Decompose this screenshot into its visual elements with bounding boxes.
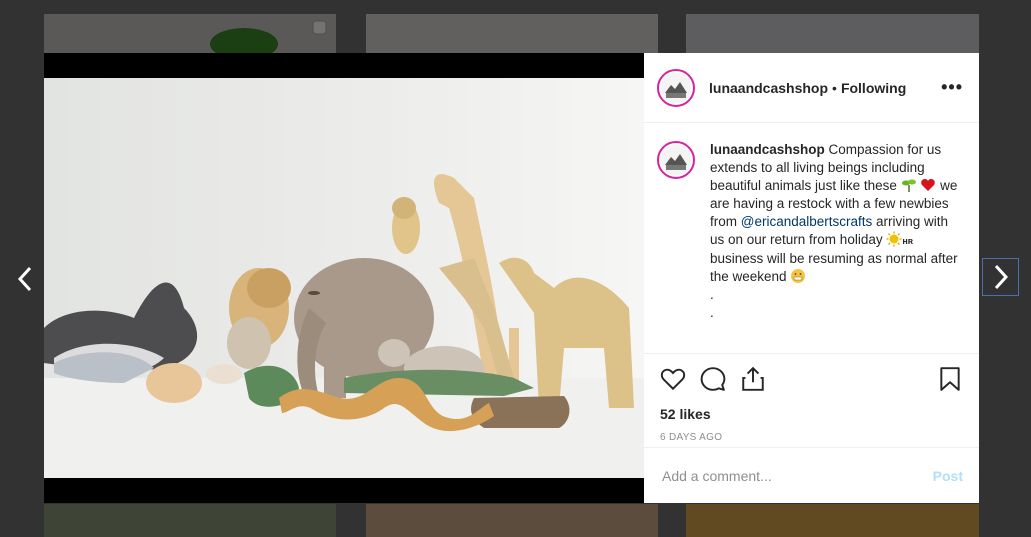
caption-username[interactable]: lunaandcashshop <box>710 142 825 157</box>
post-timestamp[interactable]: 6 DAYS AGO <box>660 432 963 443</box>
action-icons-row <box>660 364 963 394</box>
post-photo <box>44 78 644 478</box>
post-media[interactable] <box>44 53 644 503</box>
grimacing-face-emoji-icon <box>791 269 806 283</box>
caption-avatar[interactable] <box>657 141 695 179</box>
share-icon[interactable] <box>740 366 766 392</box>
post-comment-button[interactable]: Post <box>933 468 963 484</box>
comment-icon[interactable] <box>700 366 726 392</box>
post-modal: lunaandcashshop • Following ••• lunaandc… <box>44 53 979 503</box>
comment-bar: Post <box>644 447 979 503</box>
previous-post-button[interactable] <box>8 262 42 296</box>
post-sidebar: lunaandcashshop • Following ••• lunaandc… <box>644 53 979 503</box>
heart-icon[interactable] <box>660 366 686 392</box>
chevron-left-icon <box>17 266 32 292</box>
mention-link[interactable]: @ericandalbertscrafts <box>741 214 873 229</box>
hr-emoji-icon: ʜʀ <box>902 236 914 246</box>
comment-input[interactable] <box>660 466 933 485</box>
likes-count[interactable]: 52 likes <box>660 406 963 422</box>
post-actions: 52 likes 6 DAYS AGO <box>644 353 979 443</box>
bookmark-icon[interactable] <box>937 366 963 392</box>
caption-line: business will be resuming as normal afte… <box>710 251 958 284</box>
avatar[interactable] <box>657 68 695 107</box>
header-username[interactable]: lunaandcashshop <box>709 80 828 96</box>
sun-emoji-icon <box>886 231 902 247</box>
more-options-button[interactable]: ••• <box>941 77 963 98</box>
next-post-button[interactable] <box>982 258 1019 296</box>
seedling-emoji-icon <box>901 179 916 192</box>
following-button[interactable]: Following <box>841 80 906 96</box>
header-separator: • <box>832 79 837 96</box>
caption-dot: . <box>710 287 714 302</box>
shop-logo-icon <box>661 72 691 103</box>
post-header: lunaandcashshop • Following ••• <box>644 53 979 123</box>
avatar-image <box>661 72 691 103</box>
caption-dot: . <box>710 305 714 320</box>
red-heart-emoji-icon <box>921 179 936 191</box>
caption-area: lunaandcashshop Compassion for us extend… <box>644 125 979 351</box>
avatar-image <box>661 145 691 175</box>
chevron-right-icon <box>994 264 1008 290</box>
shop-logo-icon <box>661 145 691 175</box>
caption-text: lunaandcashshop Compassion for us extend… <box>710 141 960 351</box>
